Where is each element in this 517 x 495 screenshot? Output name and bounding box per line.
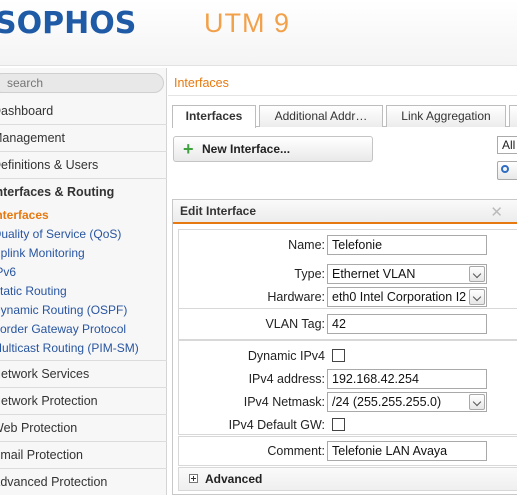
sidebar-item-advanced-protection[interactable]: Advanced Protection xyxy=(0,469,167,495)
comment-row: Comment: xyxy=(179,441,517,463)
sidebar-subitem-qos[interactable]: Quality of Service (QoS) xyxy=(0,225,167,244)
ipv4-address-field[interactable] xyxy=(327,369,487,389)
tab-additional-addresses[interactable]: Additional Addr… xyxy=(259,105,383,127)
sidebar-item-web-protection[interactable]: Web Protection xyxy=(0,415,167,442)
sidebar-item-management[interactable]: Management xyxy=(0,125,167,152)
dynamic-ipv4-checkbox[interactable] xyxy=(332,349,345,362)
new-interface-button[interactable]: + New Interface... xyxy=(173,136,373,162)
name-row: Name: xyxy=(179,235,517,257)
sidebar-item-email-protection[interactable]: Email Protection xyxy=(0,442,167,469)
panel-title: Edit Interface xyxy=(173,200,517,224)
hardware-select[interactable]: eth0 Intel Corporation I2 xyxy=(327,287,487,307)
sidebar-item-network-protection[interactable]: Network Protection xyxy=(0,388,167,415)
breadcrumb-bar: Interfaces xyxy=(168,72,517,96)
sidebar-subitem-bgp[interactable]: Border Gateway Protocol xyxy=(0,320,167,339)
netmask-row: IPv4 Netmask: /24 (255.255.255.0) xyxy=(179,392,517,414)
app-header: SOPHOS UTM 9 xyxy=(0,0,517,66)
find-button[interactable] xyxy=(497,161,517,180)
ipv4-label: IPv4 address: xyxy=(248,372,325,386)
sidebar-item-definitions-users[interactable]: Definitions & Users xyxy=(0,152,167,179)
type-row: Type: Ethernet VLAN xyxy=(179,264,517,286)
hardware-row: Hardware: eth0 Intel Corporation I2 xyxy=(179,287,517,309)
sidebar-subitem-static-routing[interactable]: Static Routing xyxy=(0,282,167,301)
hardware-label: Hardware: xyxy=(267,290,325,304)
comment-label: Comment: xyxy=(267,444,325,458)
type-label: Type: xyxy=(294,267,325,281)
plus-icon: + xyxy=(183,139,194,159)
tab-link-aggregation[interactable]: Link Aggregation xyxy=(386,105,506,127)
product-name: UTM 9 xyxy=(204,8,290,38)
sidebar-subitem-multicast[interactable]: Multicast Routing (PIM-SM) xyxy=(0,339,167,358)
chevron-down-icon xyxy=(469,266,485,282)
dynamic-row: Dynamic IPv4 xyxy=(179,346,517,368)
ipv4-row: IPv4 address: xyxy=(179,369,517,391)
netmask-select[interactable]: /24 (255.255.255.0) xyxy=(327,392,487,412)
edit-interface-panel: Edit Interface ✕ Name: Type: Ethernet VL… xyxy=(172,199,517,495)
tab-more[interactable] xyxy=(509,105,517,127)
sophos-logo: SOPHOS xyxy=(0,6,137,41)
vlan-row: VLAN Tag: xyxy=(179,314,517,336)
type-value: Ethernet VLAN xyxy=(332,267,416,281)
search-input[interactable] xyxy=(0,74,163,92)
expand-icon xyxy=(189,474,198,483)
sidebar: Dashboard Management Definitions & Users… xyxy=(0,68,167,495)
sidebar-item-network-services[interactable]: Network Services xyxy=(0,361,167,388)
name-label: Name: xyxy=(288,238,325,252)
comment-group: Comment: xyxy=(178,436,517,466)
vlan-group: VLAN Tag: xyxy=(178,308,517,340)
gw-row: IPv4 Default GW: xyxy=(179,415,517,437)
chevron-down-icon xyxy=(469,394,485,410)
type-select[interactable]: Ethernet VLAN xyxy=(327,264,487,284)
gw-label: IPv4 Default GW: xyxy=(228,418,325,432)
hardware-value: eth0 Intel Corporation I2 xyxy=(332,290,467,304)
sidebar-item-interfaces-routing[interactable]: Interfaces & Routing xyxy=(0,179,167,206)
tab-interfaces[interactable]: Interfaces xyxy=(172,105,256,128)
advanced-section[interactable]: Advanced xyxy=(178,467,517,491)
sidebar-subitem-uplink-monitoring[interactable]: Uplink Monitoring xyxy=(0,244,167,263)
comment-field[interactable] xyxy=(327,441,487,461)
default-gw-checkbox[interactable] xyxy=(332,418,345,431)
sidebar-subitem-ospf[interactable]: Dynamic Routing (OSPF) xyxy=(0,301,167,320)
new-interface-label: New Interface... xyxy=(202,142,291,156)
sidebar-item-dashboard[interactable]: Dashboard xyxy=(0,98,167,125)
advanced-label: Advanced xyxy=(205,472,263,486)
sidebar-nav: Dashboard Management Definitions & Users… xyxy=(0,98,167,495)
ipv4-group: Dynamic IPv4 IPv4 address: IPv4 Netmask:… xyxy=(178,340,517,435)
tab-bar: Interfaces Additional Addr… Link Aggrega… xyxy=(172,105,517,128)
netmask-value: /24 (255.255.255.0) xyxy=(332,395,442,409)
netmask-label: IPv4 Netmask: xyxy=(243,395,325,409)
sidebar-submenu: Interfaces Quality of Service (QoS) Upli… xyxy=(0,206,167,361)
chevron-down-icon xyxy=(469,289,485,305)
close-icon[interactable]: ✕ xyxy=(490,203,503,221)
vlan-tag-field[interactable] xyxy=(327,314,487,334)
dynamic-label: Dynamic IPv4 xyxy=(247,349,325,363)
sidebar-subitem-interfaces[interactable]: Interfaces xyxy=(0,206,167,225)
filter-select[interactable]: All xyxy=(497,136,517,154)
breadcrumb: Interfaces xyxy=(174,76,229,90)
search-box[interactable] xyxy=(0,73,164,93)
sidebar-subitem-ipv6[interactable]: IPv6 xyxy=(0,263,167,282)
find-icon xyxy=(501,165,509,173)
vlan-label: VLAN Tag: xyxy=(265,317,325,331)
name-field[interactable] xyxy=(327,235,487,255)
